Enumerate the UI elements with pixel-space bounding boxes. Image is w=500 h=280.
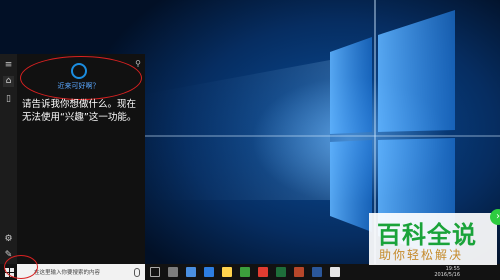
cortana-panel: ≡ ⌂ ▯ ⚙ ✎ ⚲ 近来可好啊？ 请告诉我你想做什么。现在无法使用“兴趣”这… [0,54,145,264]
watermark: 百科全说 助你轻松解决 [369,213,497,265]
clock-date: 2016/5/16 [434,272,460,278]
app-icon[interactable] [258,267,268,277]
app-icon[interactable] [186,267,196,277]
annotation-circle [4,255,38,279]
floating-action-button[interactable]: › [490,209,500,225]
app-icon[interactable] [330,267,340,277]
pin-icon[interactable]: ⚲ [135,59,141,68]
cortana-nav-rail: ≡ ⌂ ▯ ⚙ ✎ [0,54,17,264]
app-icon[interactable] [168,267,178,277]
notebook-icon[interactable]: ▯ [3,94,14,105]
hamburger-menu-icon[interactable]: ≡ [3,60,14,71]
edge-icon[interactable] [204,267,214,277]
excel-icon[interactable] [276,267,286,277]
search-placeholder: 在这里输入你要搜索的内容 [34,270,101,276]
cortana-greeting: 近来可好啊？ [57,82,100,90]
taskbar: 在这里输入你要搜索的内容 19:55 2016/5/16 [0,264,500,280]
app-icon[interactable] [240,267,250,277]
task-view-icon[interactable] [150,267,160,277]
microphone-icon[interactable] [134,268,140,277]
cortana-content: ⚲ 近来可好啊？ 请告诉我你想做什么。现在无法使用“兴趣”这一功能。 [17,54,145,264]
watermark-subtitle: 助你轻松解决 [379,248,464,262]
explorer-icon[interactable] [222,267,232,277]
clock[interactable]: 19:55 2016/5/16 [434,266,460,278]
cortana-logo-icon [71,63,87,79]
watermark-title: 百科全说 [377,221,477,249]
settings-icon[interactable]: ⚙ [3,234,14,245]
word-icon[interactable] [312,267,322,277]
home-icon[interactable]: ⌂ [3,76,14,87]
powerpoint-icon[interactable] [294,267,304,277]
cortana-message: 请告诉我你想做什么。现在无法使用“兴趣”这一功能。 [22,99,137,123]
